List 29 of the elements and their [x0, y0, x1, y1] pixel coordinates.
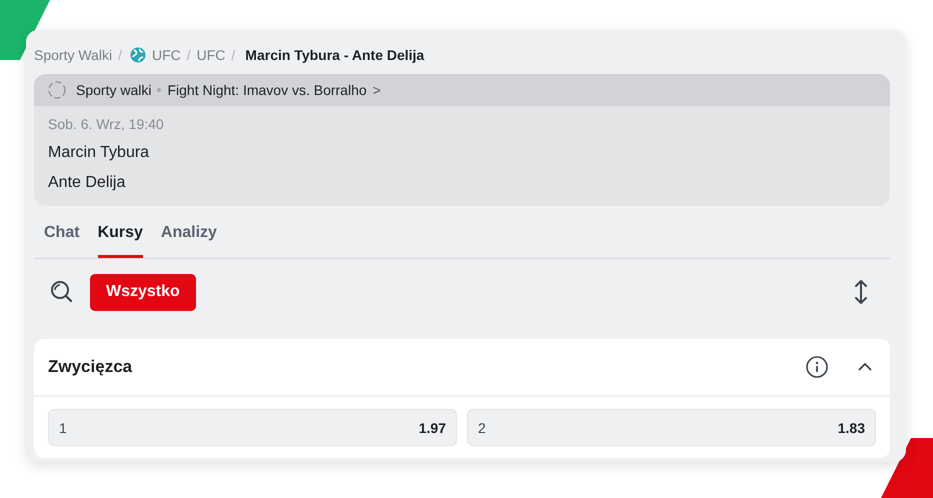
league-link[interactable]: Fight Night: Imavov vs. Borralho: [167, 82, 367, 98]
expand-collapse-icon[interactable]: [854, 279, 868, 305]
breadcrumb-separator: /: [118, 47, 122, 63]
event-date: Sob. 6. Wrz, 19:40: [48, 116, 165, 134]
caret-icon[interactable]: [858, 362, 872, 372]
odds-button[interactable]: 1 1.97: [48, 409, 457, 446]
page-title: Marcin Tybura - Ante Delija: [245, 47, 424, 63]
search-icon[interactable]: [50, 280, 74, 304]
breadcrumb-separator: /: [186, 47, 191, 63]
filter-chip[interactable]: Wszystko: [90, 274, 196, 310]
tab[interactable]: Analizy: [160, 220, 217, 258]
odds-button[interactable]: 2 1.83: [467, 409, 876, 446]
chevron-icon: >: [372, 82, 381, 98]
tab[interactable]: Chat: [44, 220, 80, 258]
competitor-name: Ante Delija: [48, 173, 126, 193]
sport-label: Sporty walki: [76, 82, 152, 98]
breadcrumb-link[interactable]: UFC: [152, 47, 181, 63]
market-title: Zwycięzca: [48, 357, 132, 377]
tab[interactable]: Kursy: [98, 220, 143, 258]
bullet-dot: [157, 88, 162, 92]
competitor-name: Marcin Tybura: [48, 143, 150, 163]
breadcrumb-separator: /: [231, 47, 236, 63]
info-icon[interactable]: [806, 356, 828, 378]
event-header[interactable]: Sporty walki Fight Night: Imavov vs. Borralho >: [34, 74, 890, 106]
globe-icon: [130, 47, 146, 63]
breadcrumb-link[interactable]: UFC: [196, 47, 226, 63]
corner-decoration: [881, 438, 933, 498]
loading-circle-icon: [48, 81, 66, 99]
breadcrumb-link[interactable]: Sporty Walki: [34, 47, 112, 63]
